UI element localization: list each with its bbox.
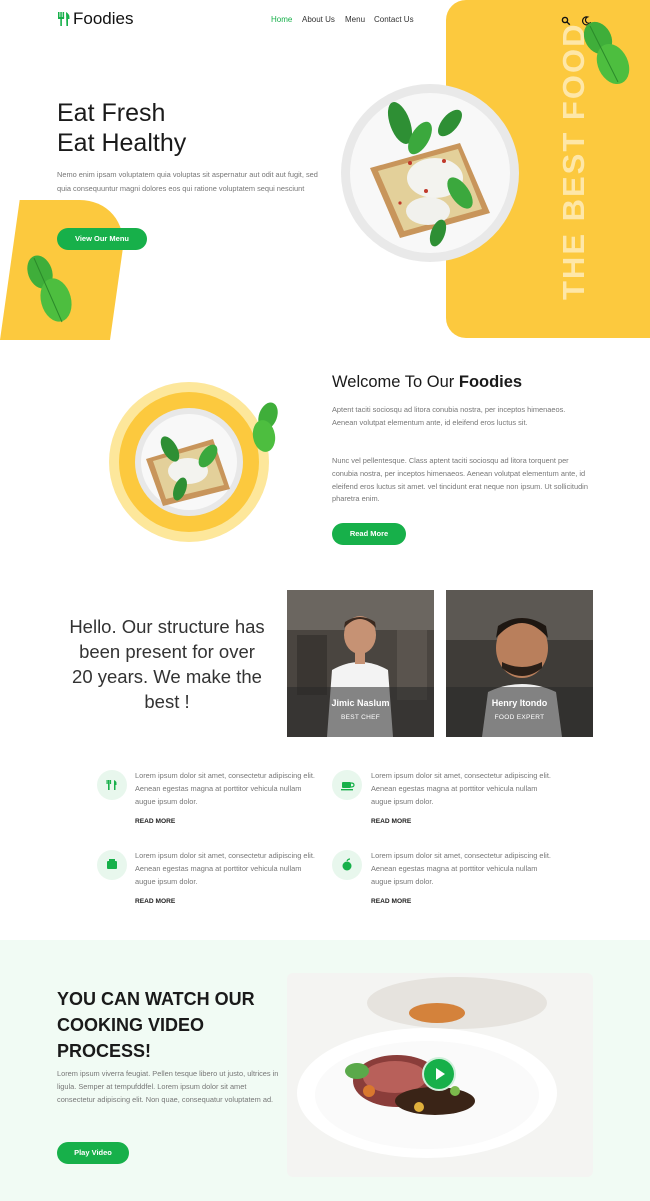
- logo-icon[interactable]: [57, 11, 71, 27]
- feature-read-more-link[interactable]: READ MORE: [371, 898, 411, 905]
- read-more-button[interactable]: Read More: [332, 523, 406, 545]
- chef-role: BEST CHEF: [340, 714, 381, 721]
- mint-leaf-image: [22, 250, 78, 328]
- feature-text: Lorem ipsum dolor sit amet, consectetur …: [135, 851, 315, 886]
- feature-text: Lorem ipsum dolor sit amet, consectetur …: [371, 851, 551, 886]
- welcome-paragraph-1: Aptent taciti sociosqu ad litora conubia…: [332, 405, 566, 427]
- nav-contact-us[interactable]: Contact Us: [374, 15, 414, 24]
- welcome-dish-image: [108, 381, 270, 543]
- vertical-text: THE BEST FOOD: [556, 22, 591, 300]
- logo-text[interactable]: Foodies: [73, 9, 133, 29]
- hero-title-line1: Eat Fresh: [57, 99, 166, 127]
- welcome-title-prefix: Welcome To Our: [332, 373, 459, 391]
- welcome-paragraph-2: Nunc vel pellentesque. Class aptent taci…: [332, 456, 588, 504]
- search-icon[interactable]: [561, 13, 571, 26]
- play-video-button[interactable]: Play Video: [57, 1142, 129, 1164]
- welcome-title-brand: Foodies: [458, 373, 523, 391]
- hero-description: Nemo enim ipsam voluptatem quia voluptas…: [57, 170, 318, 193]
- welcome-title: Welcome To Our Foodies: [332, 373, 522, 392]
- chef-overlay: [446, 687, 593, 737]
- feature-read-more-link[interactable]: READ MORE: [135, 818, 175, 825]
- hero-dish-image: [340, 83, 520, 263]
- utensils-icon: [97, 770, 127, 800]
- feature-read-more-link[interactable]: READ MORE: [371, 818, 411, 825]
- nav-menu[interactable]: Menu: [345, 15, 365, 24]
- play-icon[interactable]: [422, 1057, 456, 1091]
- apple-icon: [332, 850, 362, 880]
- chef-role: FOOD EXPERT: [494, 714, 545, 721]
- chef-card[interactable]: Jimic Naslum BEST CHEF: [287, 590, 434, 737]
- chef-name: Jimic Naslum: [331, 698, 390, 708]
- video-thumbnail[interactable]: [287, 973, 593, 1177]
- coffee-cup-icon: [332, 770, 362, 800]
- view-menu-button[interactable]: View Our Menu: [57, 228, 147, 250]
- hero-title-line2: Eat Healthy: [57, 129, 187, 157]
- about-headline: Hello. Our structure has been present fo…: [69, 616, 265, 712]
- chef-card[interactable]: Henry Itondo FOOD EXPERT: [446, 590, 593, 737]
- video-title: YOU CAN WATCH OUR COOKING VIDEO PROCESS!: [57, 989, 255, 1061]
- food-box-icon: [97, 850, 127, 880]
- feature-read-more-link[interactable]: READ MORE: [135, 898, 175, 905]
- chef-name: Henry Itondo: [491, 698, 548, 708]
- feature-text: Lorem ipsum dolor sit amet, consectetur …: [371, 771, 551, 806]
- hero-title: Eat Fresh Eat Healthy: [57, 98, 186, 158]
- mint-leaf-image: [248, 400, 284, 456]
- video-description: Lorem ipsum viverra feugiat. Pellen tesq…: [57, 1069, 279, 1104]
- chef-overlay: [287, 687, 434, 737]
- nav-home[interactable]: Home: [271, 15, 292, 24]
- nav-about-us[interactable]: About Us: [302, 15, 335, 24]
- feature-text: Lorem ipsum dolor sit amet, consectetur …: [135, 771, 315, 806]
